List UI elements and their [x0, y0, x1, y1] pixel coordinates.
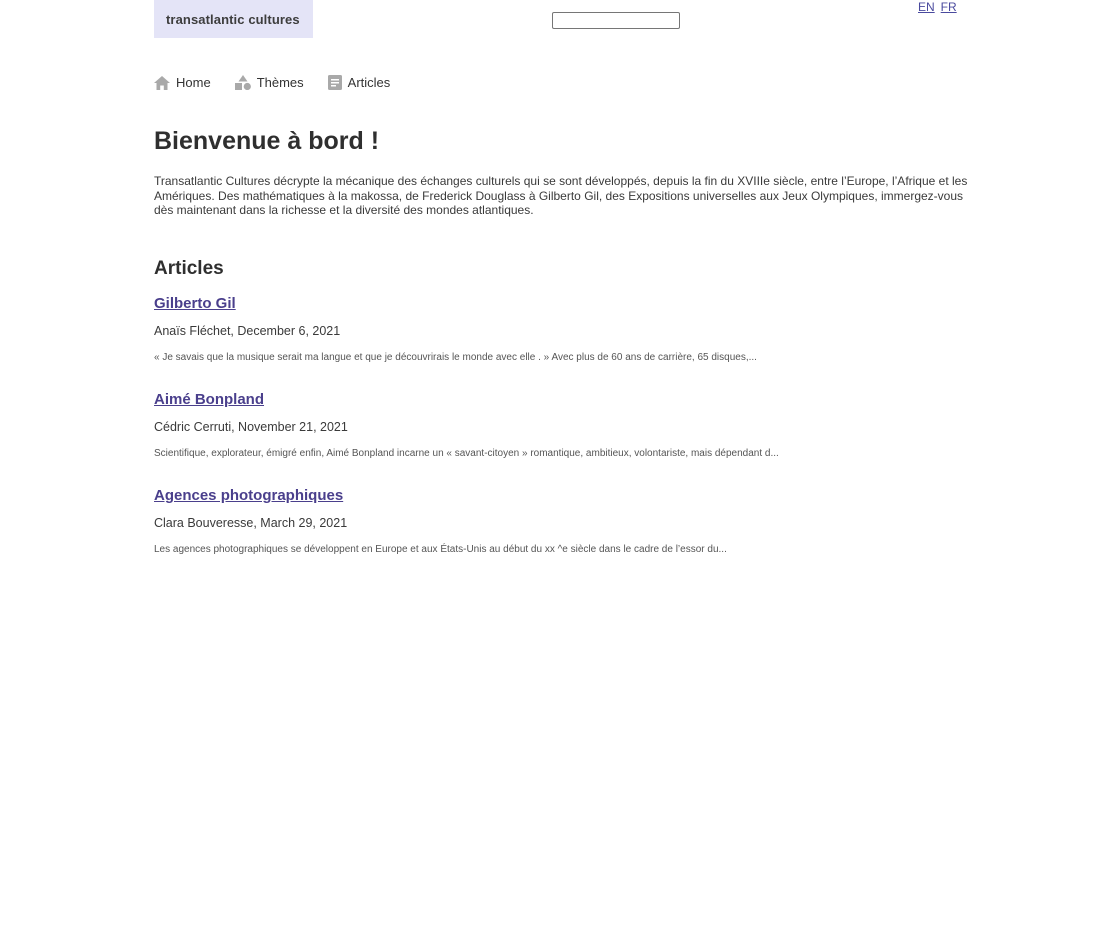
- article-excerpt: Scientifique, explorateur, émigré enfin,…: [154, 448, 779, 459]
- nav-item-home[interactable]: Home: [154, 75, 211, 90]
- site-logo[interactable]: transatlantic cultures: [154, 0, 313, 38]
- article-title-link[interactable]: Agences photographiques: [154, 487, 974, 505]
- lang-en-link[interactable]: EN: [918, 0, 935, 14]
- article-title-link[interactable]: Aimé Bonpland: [154, 391, 974, 409]
- nav-item-label: Thèmes: [256, 75, 304, 90]
- document-icon: [327, 75, 342, 90]
- main-nav: Home Thèmes Articles: [154, 75, 414, 90]
- shapes-icon: [234, 75, 251, 90]
- article-meta: Anaïs Fléchet, December 6, 2021: [154, 324, 341, 338]
- article-item: Gilberto Gil Anaïs Fléchet, December 6, …: [154, 295, 974, 364]
- lang-fr-link[interactable]: FR: [941, 0, 957, 14]
- nav-item-articles[interactable]: Articles: [327, 75, 391, 90]
- intro-paragraph: Transatlantic Cultures décrypte la mécan…: [154, 174, 968, 218]
- nav-item-themes[interactable]: Thèmes: [234, 75, 304, 90]
- nav-item-label: Articles: [347, 75, 391, 90]
- articles-heading: Articles: [154, 258, 224, 279]
- page-title: Bienvenue à bord !: [154, 127, 380, 155]
- article-meta: Clara Bouveresse, March 29, 2021: [154, 516, 348, 530]
- article-item: Aimé Bonpland Cédric Cerruti, November 2…: [154, 391, 974, 460]
- nav-item-label: Home: [176, 75, 211, 90]
- home-icon: [154, 75, 170, 90]
- article-item: Agences photographiques Clara Bouveresse…: [154, 487, 974, 556]
- article-meta: Cédric Cerruti, November 21, 2021: [154, 420, 348, 434]
- language-switcher: EN FR: [918, 0, 957, 14]
- article-excerpt: Les agences photographiques se développe…: [154, 544, 727, 555]
- search-input[interactable]: [552, 12, 680, 29]
- article-title-link[interactable]: Gilberto Gil: [154, 295, 974, 313]
- article-excerpt: « Je savais que la musique serait ma lan…: [154, 352, 757, 363]
